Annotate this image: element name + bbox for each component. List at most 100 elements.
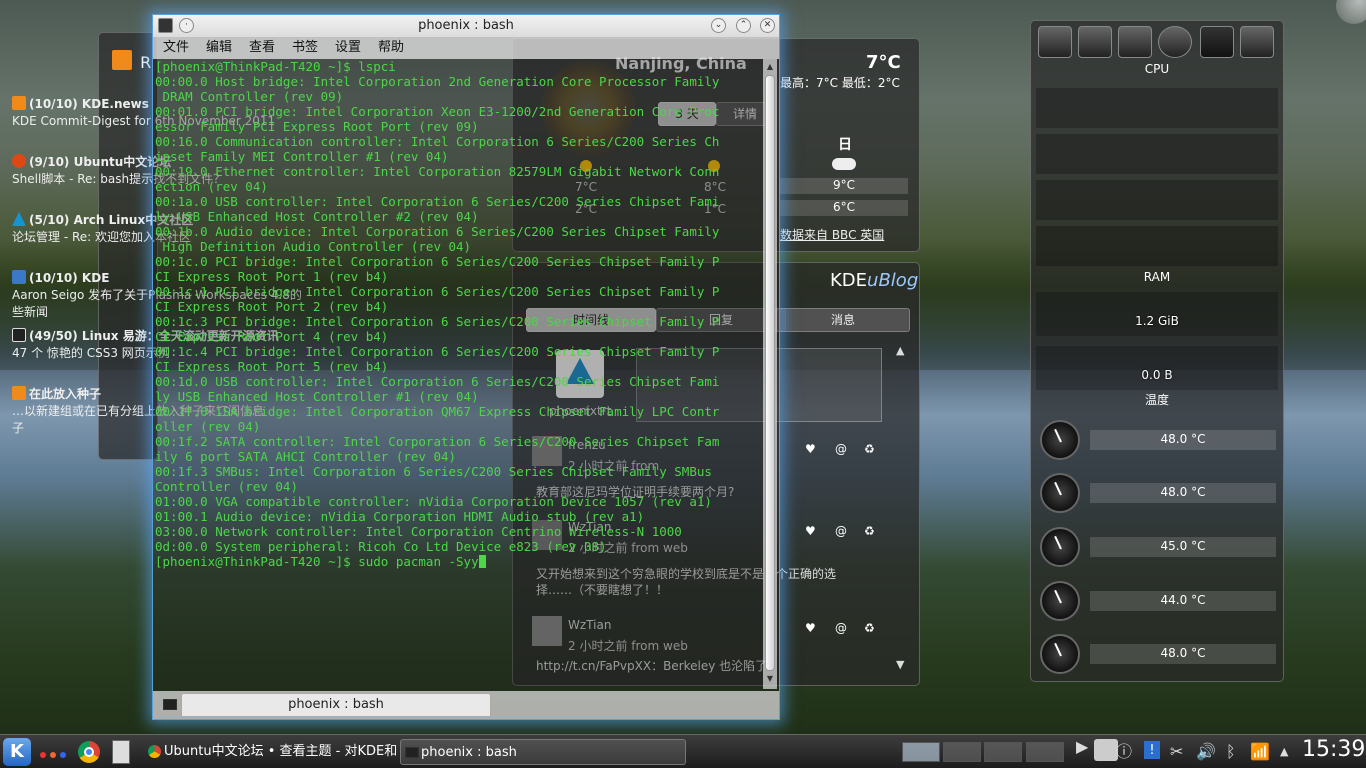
menu-bookmarks[interactable]: 书签 [292,39,318,57]
notes-launcher-icon[interactable] [112,740,130,764]
task-browser[interactable]: Ubuntu中文论坛 • 查看主题 - 对KDE和gn [144,739,398,765]
scroll-up-arrow[interactable]: ▲ [765,61,775,73]
tray-expand-icon[interactable]: ▲ [1280,742,1288,762]
thermometer-gauge-icon [1040,581,1080,621]
pager-desktop-4[interactable] [1026,742,1064,762]
ram-monitor-icon[interactable] [1200,26,1234,58]
swap-used-value: 0.0 B [1141,368,1173,382]
pager-desktop-1[interactable] [902,742,940,762]
terminal-line: 00:1c.1 PCI bridge: Intel Corporation 6 … [155,284,720,299]
tab-messages[interactable]: 消息 [776,308,910,332]
network-monitor-icon[interactable] [1158,26,1192,58]
desktop-toolbox-icon[interactable] [1336,0,1366,24]
clock[interactable]: 15:39 [1302,737,1365,762]
terminal-tab-bar: phoenix : bash [153,691,779,719]
scrollbar-thumb[interactable] [765,75,775,671]
notification-icon[interactable]: ! [1144,741,1160,759]
terminal-line: 00:1f.2 SATA controller: Intel Corporati… [155,434,720,449]
terminal-line: 01:00.1 Audio device: nVidia Corporation… [155,509,645,524]
retweet-icon[interactable]: ♻ [864,621,875,635]
temperature-row: 48.0 °C [1036,416,1278,462]
terminal-line: 00:1a.0 USB controller: Intel Corporatio… [155,194,720,209]
kde-menu-icon[interactable]: K [3,738,31,766]
task-konsole[interactable]: phoenix : bash [400,739,686,765]
volume-icon[interactable]: 🔊 [1196,742,1216,762]
cpu-monitor-icon[interactable] [1038,26,1072,58]
terminal-line: CI Express Root Port 1 (rev b4) [155,269,389,284]
maximize-button[interactable]: ⌃ [736,18,751,33]
terminal-line: 00:1b.0 Audio device: Intel Corporation … [155,224,720,239]
window-menu-icon[interactable] [158,18,173,33]
temperature-row: 48.0 °C [1036,630,1278,676]
terminal-icon [163,699,177,710]
favorite-icon[interactable]: ♥ [805,621,816,635]
temperature-value: 48.0 °C [1160,485,1206,499]
terminal-line: 00:1f.3 SMBus: Intel Corporation 6 Serie… [155,464,712,479]
weather-temp: 7°C [866,52,901,73]
konsole-window[interactable]: · phoenix : bash ⌄ ⌃ ✕ 文件 编辑 查看 书签 设置 帮助… [152,14,780,720]
menu-edit[interactable]: 编辑 [206,39,232,57]
menu-help[interactable]: 帮助 [378,39,404,57]
reply-icon[interactable]: @ [835,524,847,538]
cpu-graph [1036,180,1278,220]
favorite-icon[interactable]: ♥ [805,442,816,456]
terminal-line: 00:16.0 Communication controller: Intel … [155,134,720,149]
terminal-line: 00:1c.3 PCI bridge: Intel Corporation 6 … [155,314,720,329]
terminal-line: ly USB Enhanced Host Controller #2 (rev … [155,209,479,224]
swap-meter: 0.0 B [1036,346,1278,390]
terminal-scrollbar[interactable]: ▲ ▼ [763,59,777,689]
pager-desktop-3[interactable] [984,742,1022,762]
pager-desktop-2[interactable] [943,742,981,762]
menu-bar: 文件 编辑 查看 书签 设置 帮助 [153,37,779,59]
weather-source[interactable]: 数据来自 BBC 英国 [780,226,884,243]
temperature-row: 45.0 °C [1036,523,1278,569]
media-player-icon[interactable]: ▶ [1076,737,1088,757]
close-button[interactable]: ✕ [760,18,775,33]
terminal-prompt[interactable]: [phoenix@ThinkPad-T420 ~]$ sudo pacman -… [155,554,479,569]
scissors-icon[interactable]: ✂ [1170,742,1183,762]
disk-icon[interactable] [1094,739,1118,761]
temperature-label: 温度 [1144,393,1169,407]
pin-icon[interactable]: · [179,18,194,33]
scroll-down-arrow[interactable]: ▼ [765,673,775,685]
wifi-icon[interactable]: 📶 [1250,742,1270,762]
retweet-icon[interactable]: ♻ [864,442,875,456]
terminal-line: 0d:00.0 System peripheral: Ricoh Co Ltd … [155,539,607,554]
menu-settings[interactable]: 设置 [335,39,361,57]
info-icon[interactable]: ⓘ [1116,742,1132,762]
retweet-icon[interactable]: ♻ [864,524,875,538]
reply-icon[interactable]: @ [835,621,847,635]
minimize-button[interactable]: ⌄ [711,18,726,33]
taskbar: K Ubuntu中文论坛 • 查看主题 - 对KDE和gn phoenix : … [0,734,1366,768]
rss-feed-text: 些新闻 [12,305,49,319]
rss-icon [12,386,26,400]
terminal-line: Controller (rev 04) [155,479,298,494]
rss-feed-text[interactable]: 47 个 惊艳的 CSS3 网页示例 [12,346,170,360]
cloud-icon [832,158,856,170]
bluetooth-icon[interactable]: ᛒ [1226,742,1236,762]
temperature-row: 48.0 °C [1036,469,1278,515]
hardware-info-icon[interactable] [1118,26,1152,58]
reply-icon[interactable]: @ [835,442,847,456]
menu-view[interactable]: 查看 [249,39,275,57]
terminal-line: CI Express Root Port 4 (rev b4) [155,329,389,344]
rss-feed-header: (10/10) KDE.news [29,97,149,111]
chip-monitor-icon[interactable] [1240,26,1274,58]
window-titlebar[interactable]: · phoenix : bash ⌄ ⌃ ✕ [153,15,779,37]
microblog-scroll-up[interactable]: ▲ [896,344,904,357]
terminal-line: [phoenix@ThinkPad-T420 ~]$ lspci [155,59,396,74]
terminal-output[interactable]: [phoenix@ThinkPad-T420 ~]$ lspci 00:00.0 … [155,59,761,689]
microblog-scroll-down[interactable]: ▼ [896,658,904,671]
terminal-tab[interactable]: phoenix : bash [181,693,491,717]
harddisk-monitor-icon[interactable] [1078,26,1112,58]
arch-icon [12,212,26,226]
temperature-value: 48.0 °C [1160,646,1206,660]
activity-switcher-icon[interactable] [40,747,66,758]
favorite-icon[interactable]: ♥ [805,524,816,538]
chrome-launcher-icon[interactable] [78,741,100,763]
menu-file[interactable]: 文件 [163,39,189,57]
rss-feed-header: (9/10) Ubuntu中文论坛 [29,155,172,169]
weather-day-header: 日 [838,137,852,153]
terminal-line: High Definition Audio Controller (rev 04… [155,239,472,254]
temperature-value: 48.0 °C [1160,432,1206,446]
